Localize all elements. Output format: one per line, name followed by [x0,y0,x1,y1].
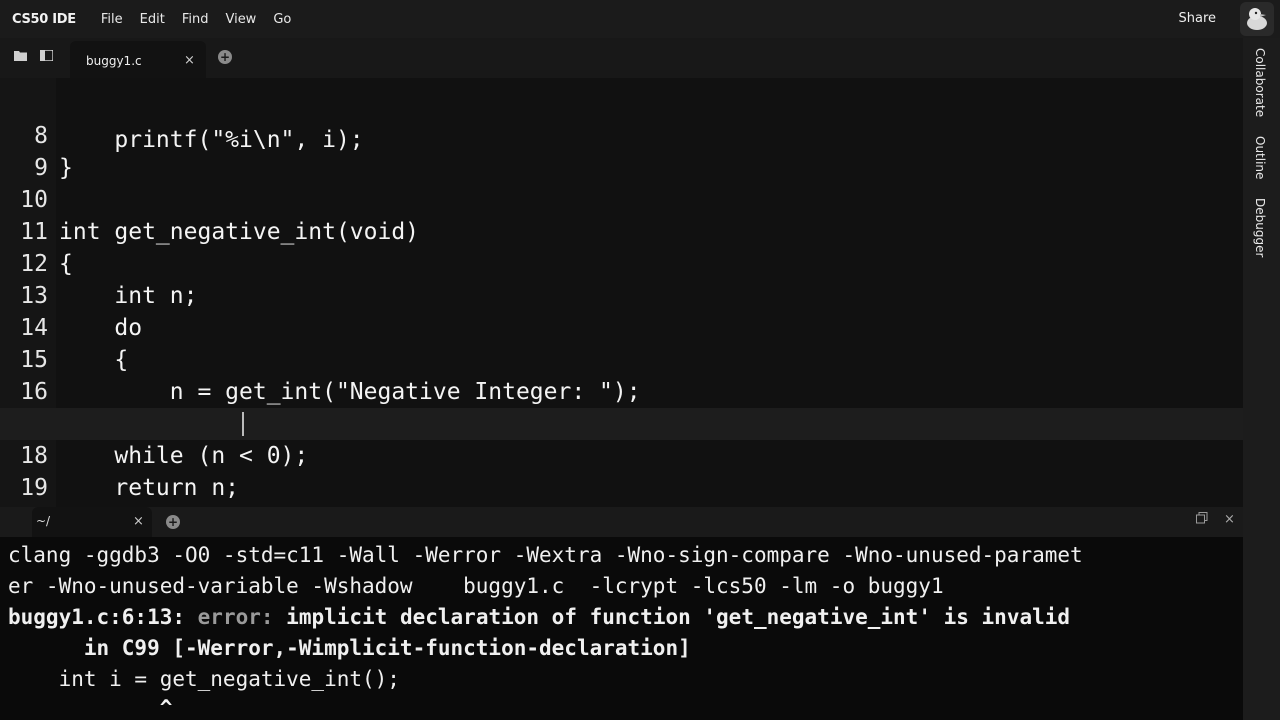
right-sidebar: Collaborate Outline Debugger [1243,38,1280,720]
menu-bar: CS50 IDE File Edit Find View Go Share [0,0,1280,38]
menu-view[interactable]: View [225,12,256,27]
line-number: 19 [20,475,48,501]
maximize-panel-icon[interactable] [1196,512,1208,528]
sidebar-item-outline[interactable]: Outline [1253,136,1267,179]
terminal-error-line: buggy1.c:6:13: error: implicit declarati… [8,602,1070,633]
error-location: buggy1.c:6:13: [8,605,198,629]
tab-buggy1-c[interactable]: buggy1.c × [70,41,206,78]
line-code: return n; [59,475,240,501]
tab-label: buggy1.c [86,54,142,68]
terminal-caret-line: ^ [8,696,173,720]
error-message: implicit declaration of function 'get_ne… [286,605,1071,629]
sidebar-item-collaborate[interactable]: Collaborate [1253,48,1267,117]
menu-edit[interactable]: Edit [140,12,165,27]
terminal-tab-label: ~/ [36,514,51,528]
code-line-17: 17 while (n < 0); [0,376,1243,469]
error-keyword: error: [197,605,287,629]
file-tree-toggle-icon[interactable] [39,49,54,65]
code-line-12: 12 int n; [0,216,1243,309]
code-line-11: 11 { [0,184,1243,277]
code-line-8: 8 } [0,88,1243,181]
share-button[interactable]: Share [1178,11,1216,26]
terminal-tab-close-icon[interactable]: × [133,514,144,529]
tab-close-icon[interactable]: × [184,53,195,68]
code-editor[interactable]: printf("%i\n", i); 8 } 9 10 int get_nega… [0,78,1243,507]
terminal-output[interactable]: clang -ggdb3 -O0 -std=c11 -Wall -Werror … [0,537,1243,720]
code-line-13: 13 do [0,248,1243,341]
terminal-error-continuation: in C99 [-Werror,-Wimplicit-function-decl… [8,636,691,660]
menu-go[interactable]: Go [273,12,291,27]
main-menu: File Edit Find View Go [84,12,291,27]
tab-terminal[interactable]: ~/ × [32,507,152,537]
code-line-16: 16 } [0,344,1243,437]
code-line-18: 18 return n; [0,408,1243,501]
menu-find[interactable]: Find [182,12,209,27]
code-line-9: 9 [0,120,1243,181]
terminal-tab-bar: ~/ × + × [0,507,1243,537]
folder-icon[interactable] [14,50,27,65]
code-line-19: 19 } [0,440,1243,501]
close-panel-icon[interactable]: × [1224,512,1235,527]
menu-file[interactable]: File [101,12,123,27]
ide-brand: CS50 IDE [12,11,76,27]
new-terminal-plus-icon[interactable]: + [166,515,180,529]
text-cursor [242,412,244,436]
terminal-source-line: int i = get_negative_int(); [8,667,400,691]
code-line-10: 10 int get_negative_int(void) [0,152,1243,245]
terminal-line: er -Wno-unused-variable -Wshadow buggy1.… [8,574,944,598]
code-line-14: 14 { [0,280,1243,373]
code-line-15: 15 n = get_int("Negative Integer: "); [0,312,1243,405]
sidebar-item-debugger[interactable]: Debugger [1253,198,1267,257]
terminal-line: clang -ggdb3 -O0 -std=c11 -Wall -Werror … [8,543,1083,567]
new-tab-plus-icon[interactable]: + [218,50,232,64]
user-avatar[interactable] [1240,2,1274,36]
duck-avatar-icon [1247,8,1267,30]
editor-tab-bar: buggy1.c × + [0,38,1243,78]
